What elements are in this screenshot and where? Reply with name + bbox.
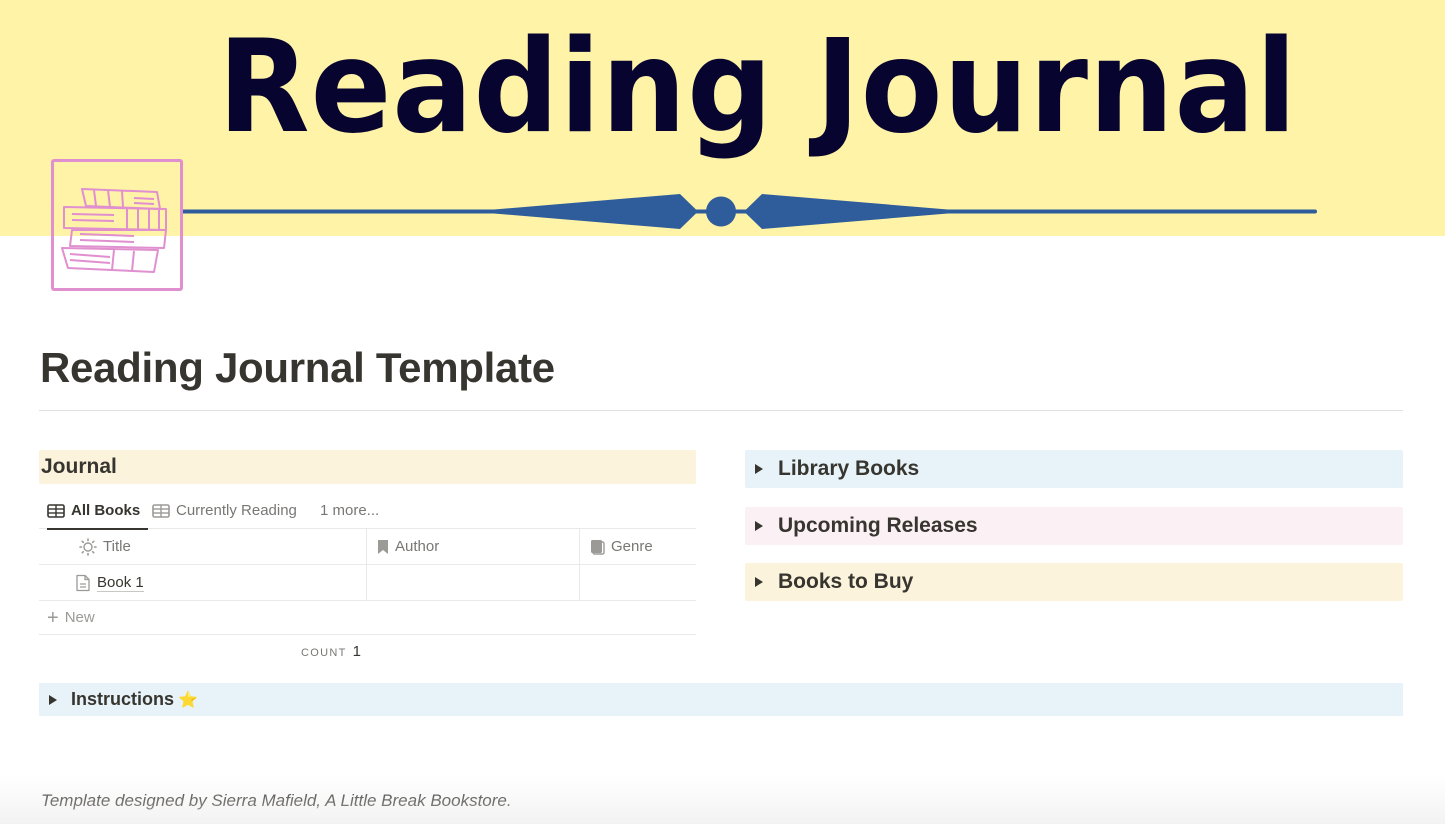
table-icon	[47, 503, 65, 518]
toggle-arrow-icon[interactable]	[49, 694, 57, 705]
cover-ornament	[180, 194, 1317, 229]
new-row-label: New	[64, 609, 95, 626]
book-title-link[interactable]: Book 1	[97, 574, 144, 592]
book-icon	[591, 539, 605, 555]
database-view-tabs: All Books Currently Reading 1 more...	[39, 492, 696, 530]
star-icon: ⭐	[178, 691, 198, 709]
view-tab-all-books[interactable]: All Books	[47, 492, 149, 530]
view-tab-more[interactable]: 1 more...	[320, 492, 379, 529]
column-header-title[interactable]: Title	[39, 529, 367, 564]
toggle-label: Books to Buy	[778, 570, 914, 593]
journal-heading-text: Journal	[41, 455, 117, 478]
column-header-author[interactable]: Author	[367, 529, 580, 564]
count-value: 1	[352, 643, 361, 660]
column-header-genre[interactable]: Genre	[580, 529, 696, 564]
cover-image: Reading Journal	[0, 0, 1445, 236]
count-aggregation[interactable]: COUNT 1	[301, 643, 361, 660]
toggle-books-to-buy[interactable]: Books to Buy	[745, 563, 1403, 601]
toggle-arrow-icon[interactable]	[755, 577, 763, 587]
journal-heading: Journal	[39, 450, 696, 484]
journal-table: Title Author Genre Book 1 + New	[39, 529, 696, 635]
divider	[39, 410, 1403, 411]
table-header-row: Title Author Genre	[39, 529, 696, 565]
table-icon	[152, 503, 170, 518]
page-icon[interactable]	[51, 159, 183, 291]
toggle-arrow-icon[interactable]	[755, 464, 763, 474]
toggle-label: Instructions	[71, 689, 175, 709]
toggle-upcoming-releases[interactable]: Upcoming Releases	[745, 507, 1403, 545]
plus-icon: +	[47, 606, 59, 629]
toggle-label: Library Books	[778, 457, 920, 480]
toggle-label: Upcoming Releases	[778, 514, 978, 537]
toggle-library-books[interactable]: Library Books	[745, 450, 1403, 488]
cell-author[interactable]	[367, 565, 580, 600]
column-header-label: Genre	[611, 538, 653, 555]
view-tab-label: All Books	[71, 502, 141, 519]
table-row[interactable]: Book 1	[39, 565, 696, 601]
template-credit: Template designed by Sierra Mafield, A L…	[41, 791, 512, 810]
view-tab-label: Currently Reading	[176, 502, 297, 519]
page-title[interactable]: Reading Journal Template	[40, 344, 555, 392]
page-icon-small	[76, 574, 90, 591]
toggle-instructions[interactable]: Instructions ⭐	[39, 683, 1403, 716]
cell-title[interactable]: Book 1	[39, 565, 367, 600]
sun-icon	[79, 537, 97, 556]
stack-of-books-icon	[54, 162, 180, 273]
toggle-arrow-icon[interactable]	[755, 521, 763, 531]
add-new-row-button[interactable]: + New	[39, 601, 696, 635]
cell-genre[interactable]	[580, 565, 696, 600]
count-label: COUNT	[301, 647, 347, 659]
view-tab-currently-reading[interactable]: Currently Reading	[152, 492, 297, 529]
cover-title: Reading Journal	[218, 13, 1298, 162]
bookmark-icon	[378, 539, 388, 554]
column-header-label: Title	[103, 538, 131, 555]
column-header-label: Author	[395, 538, 440, 555]
view-tab-label: 1 more...	[320, 502, 380, 519]
